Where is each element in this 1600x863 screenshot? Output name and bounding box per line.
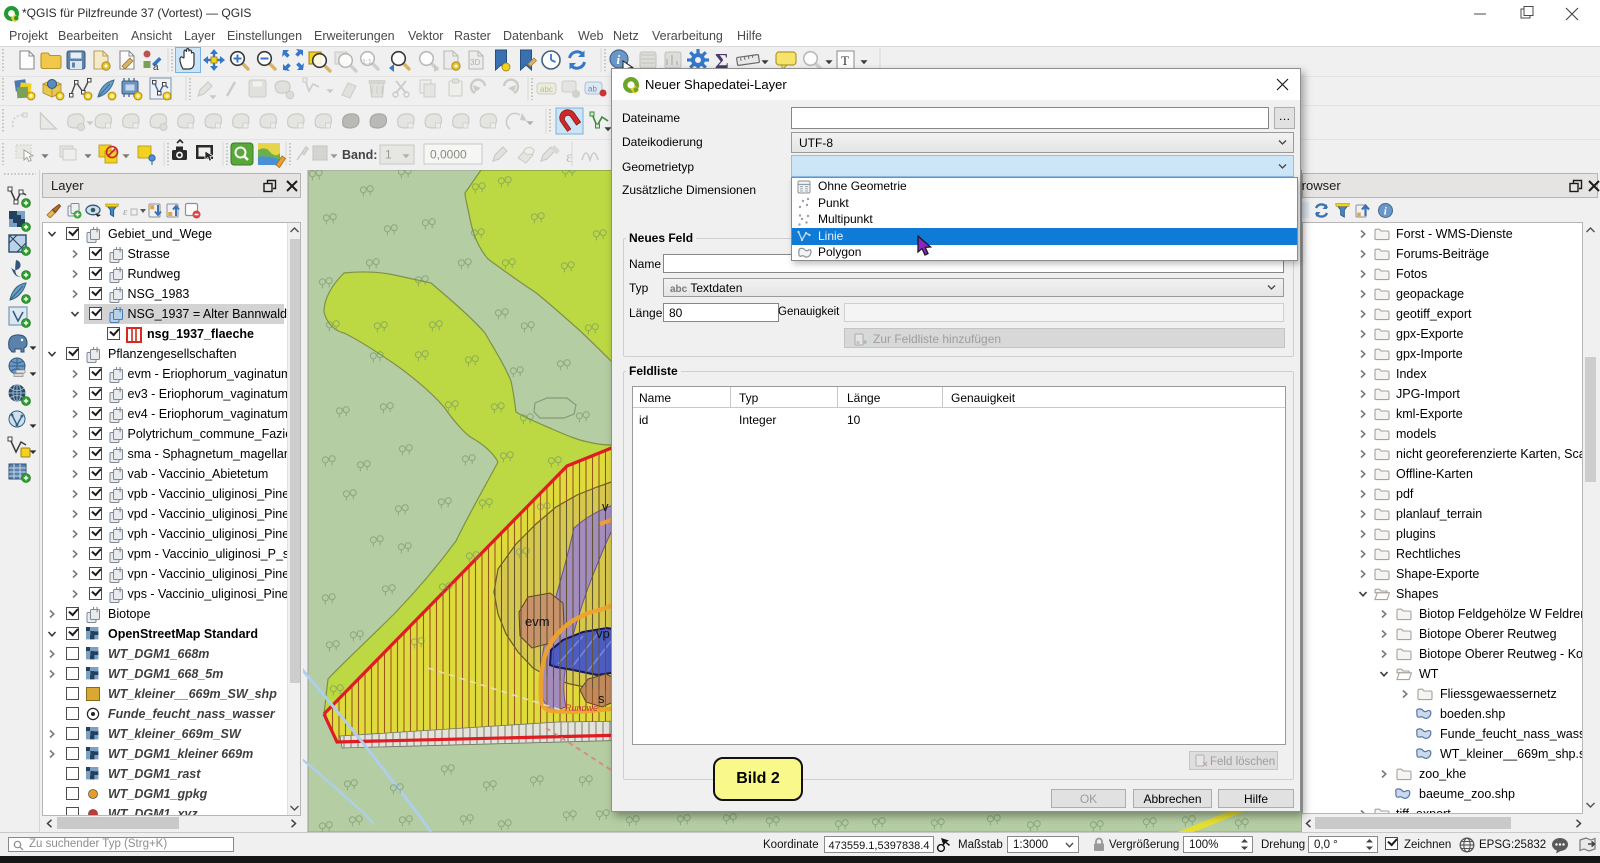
svg-text:1:1: 1:1 bbox=[362, 59, 372, 66]
svg-text:abc: abc bbox=[540, 85, 553, 94]
svg-text:s: s bbox=[598, 691, 605, 706]
svg-text:T: T bbox=[841, 53, 849, 68]
svg-text:ε: ε bbox=[566, 149, 573, 166]
svg-text:Rundwe: Rundwe bbox=[565, 703, 598, 713]
svg-text:ε: ε bbox=[123, 206, 128, 217]
svg-text:a: a bbox=[153, 62, 159, 73]
svg-text:ab: ab bbox=[588, 85, 597, 94]
svg-text:0,0000: 0,0000 bbox=[430, 148, 467, 162]
svg-text:1: 1 bbox=[385, 148, 392, 162]
svg-text:Band:: Band: bbox=[342, 148, 377, 162]
svg-text:evm: evm bbox=[525, 614, 550, 629]
svg-text:i: i bbox=[617, 52, 621, 67]
svg-text:3D: 3D bbox=[470, 58, 480, 67]
svg-text:vp: vp bbox=[596, 626, 610, 641]
svg-text:v: v bbox=[602, 499, 609, 514]
